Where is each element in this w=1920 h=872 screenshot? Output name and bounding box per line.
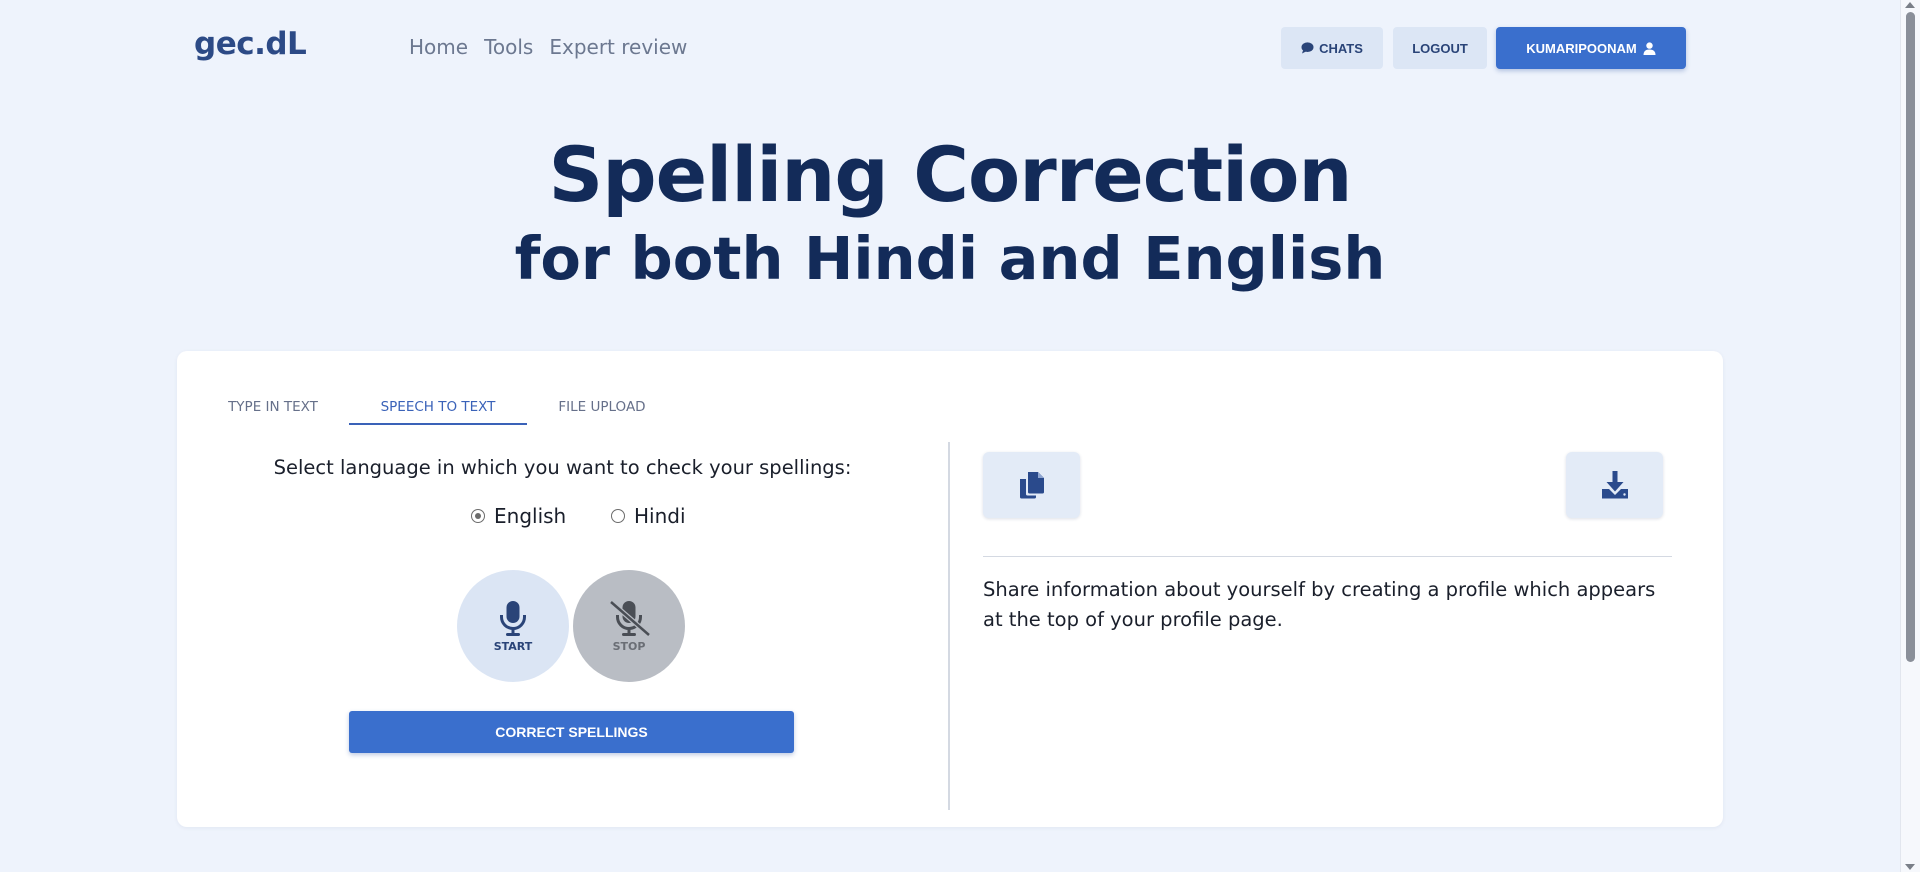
user-icon xyxy=(1643,41,1656,55)
tab-file-upload[interactable]: FILE UPLOAD xyxy=(542,389,662,425)
scroll-up-arrow-icon[interactable] xyxy=(1905,2,1915,8)
user-name-label: KUMARIPOONAM xyxy=(1526,40,1637,56)
active-tab-indicator xyxy=(349,423,527,425)
copy-icon xyxy=(1019,472,1044,499)
start-label: START xyxy=(493,639,533,653)
radio-english-button[interactable] xyxy=(471,509,485,523)
microphone-slash-icon xyxy=(609,599,651,637)
user-profile-button[interactable]: KUMARIPOONAM xyxy=(1496,27,1686,69)
page-subtitle: for both Hindi and English xyxy=(514,224,1386,293)
download-icon xyxy=(1601,471,1628,499)
output-divider xyxy=(983,556,1672,557)
nav-link-home[interactable]: Home xyxy=(409,35,468,59)
tab-speech-to-text[interactable]: SPEECH TO TEXT xyxy=(349,389,527,425)
chats-button[interactable]: CHATS xyxy=(1281,27,1383,69)
tab-type-in-text[interactable]: TYPE IN TEXT xyxy=(217,389,329,425)
scroll-down-arrow-icon[interactable] xyxy=(1905,864,1915,870)
microphone-icon xyxy=(500,600,526,636)
download-button[interactable] xyxy=(1566,452,1663,518)
chats-label: CHATS xyxy=(1319,40,1363,56)
chat-bubble-icon xyxy=(1301,42,1314,54)
nav-link-tools[interactable]: Tools xyxy=(484,35,533,59)
stop-recording-button[interactable]: STOP xyxy=(573,570,685,682)
nav-links: Home Tools Expert review xyxy=(409,35,687,59)
start-recording-button[interactable]: START xyxy=(457,570,569,682)
stop-label: STOP xyxy=(612,639,646,653)
nav-link-expert-review[interactable]: Expert review xyxy=(549,35,687,59)
page-title: Spelling Correction xyxy=(548,130,1352,219)
radio-hindi[interactable]: Hindi xyxy=(611,504,686,528)
corrected-output-text: Share information about yourself by crea… xyxy=(983,578,1656,631)
radio-english[interactable]: English xyxy=(471,504,566,528)
scrollbar-thumb[interactable] xyxy=(1906,12,1915,662)
logo[interactable]: gec.dL xyxy=(194,26,307,62)
language-prompt: Select language in which you want to che… xyxy=(273,456,852,479)
spelling-tool-card: TYPE IN TEXT SPEECH TO TEXT FILE UPLOAD … xyxy=(177,351,1723,827)
correct-spellings-button[interactable]: CORRECT SPELLINGS xyxy=(349,711,794,753)
copy-button[interactable] xyxy=(983,452,1080,518)
logout-label: LOGOUT xyxy=(1412,40,1468,56)
logout-button[interactable]: LOGOUT xyxy=(1393,27,1487,69)
radio-english-label: English xyxy=(494,504,567,528)
radio-hindi-label: Hindi xyxy=(634,504,686,528)
panel-divider xyxy=(948,442,950,810)
radio-hindi-button[interactable] xyxy=(611,509,625,523)
